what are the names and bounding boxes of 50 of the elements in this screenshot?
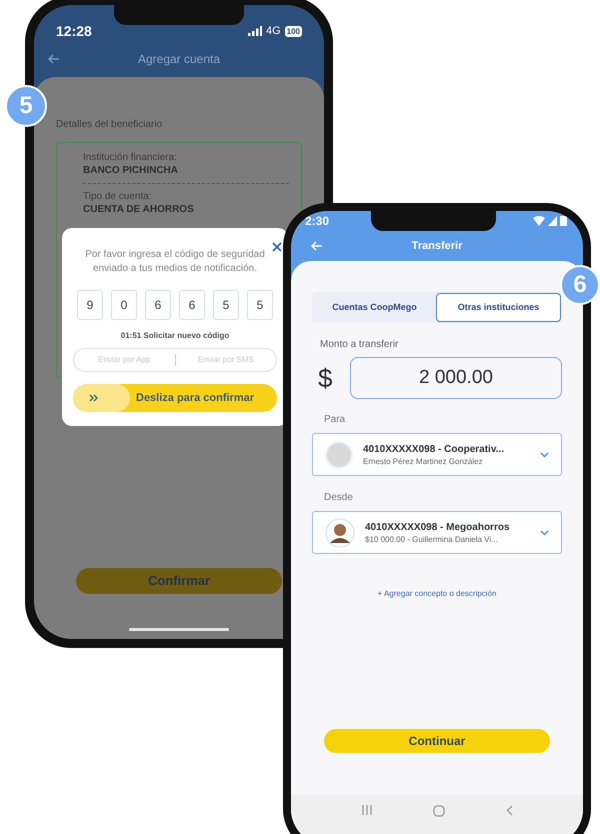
account-dropdown[interactable]: 4010XXXXX098 - Megoahorros $10 000.00 - Guillermina Daniela Vi... — [312, 511, 562, 554]
code-digit-field[interactable]: 6 — [145, 290, 171, 320]
code-digit-field[interactable]: 0 — [111, 290, 137, 320]
chevron-down-icon — [540, 452, 549, 458]
amount-field[interactable]: 2 000.00 — [350, 357, 562, 399]
back-icon — [506, 805, 512, 816]
slider-thumb[interactable] — [73, 384, 130, 412]
code-digit-field[interactable]: 5 — [247, 290, 273, 320]
status-icons — [533, 216, 567, 226]
field-label: Monto a transferir — [320, 338, 400, 352]
step-badge: 5 — [5, 85, 47, 127]
currency-symbol: $ — [317, 362, 334, 394]
signal-icon — [248, 26, 262, 36]
recent-apps-icon — [362, 805, 372, 815]
header-title: Transferir — [412, 238, 462, 254]
slide-to-confirm-track[interactable]: Desliza para confirmar — [73, 384, 277, 412]
chevron-down-icon — [540, 530, 549, 536]
network-label: 4G — [266, 24, 281, 39]
close-icon[interactable] — [272, 242, 282, 252]
code-digit-field[interactable]: 6 — [179, 290, 205, 320]
continue-button[interactable]: Continuar — [324, 729, 550, 753]
avatar-placeholder — [325, 440, 353, 468]
tab[interactable]: Cuentas CoopMego — [313, 293, 436, 322]
add-description-link[interactable]: + Agregar concepto o descripción — [378, 588, 496, 600]
status-time: 2:30 — [305, 213, 330, 230]
home-icon — [432, 805, 444, 817]
dialog-message: Por favor ingresa el código de seguridad enviado a tus medios de notificación. — [84, 248, 266, 276]
detail-value: BANCO PICHINCHA — [83, 164, 179, 177]
status-time: 12:28 — [56, 22, 92, 40]
field-label: Para — [324, 413, 346, 427]
code-digit-field[interactable]: 5 — [213, 290, 239, 320]
code-digit-field[interactable]: 9 — [77, 290, 103, 320]
tab[interactable]: Otras instituciones — [436, 293, 561, 322]
back-arrow-icon[interactable] — [48, 54, 60, 64]
battery-level: 100 — [284, 26, 302, 36]
detail-label: Institución financiera: — [83, 151, 178, 164]
avatar-silhouette-icon — [325, 518, 355, 548]
account-detail: $10 000.00 - Guillermina Daniela Vi... — [365, 534, 499, 544]
resend-code-link[interactable]: 01:51 Solicitar nuevo código — [120, 330, 230, 342]
account-dropdown[interactable]: 4010XXXXX098 - Cooperativ... Ernesto Pérez Martinez González — [312, 433, 562, 476]
header-title: Agregar cuenta — [138, 51, 220, 68]
account-number: 4010XXXXX098 - Megoahorros — [365, 520, 511, 534]
detail-value: CUENTA DE AHORROS — [83, 203, 195, 216]
slider-label: Desliza para confirmar — [136, 390, 254, 406]
section-label: Detalles del beneficiario — [56, 118, 164, 132]
account-detail: Ernesto Pérez Martinez González — [363, 456, 484, 466]
double-chevron-icon — [89, 394, 98, 402]
detail-label: Tipo de cuenta: — [83, 190, 153, 203]
account-number: 4010XXXXX098 - Cooperativ... — [363, 442, 505, 456]
field-label: Desde — [324, 491, 354, 505]
